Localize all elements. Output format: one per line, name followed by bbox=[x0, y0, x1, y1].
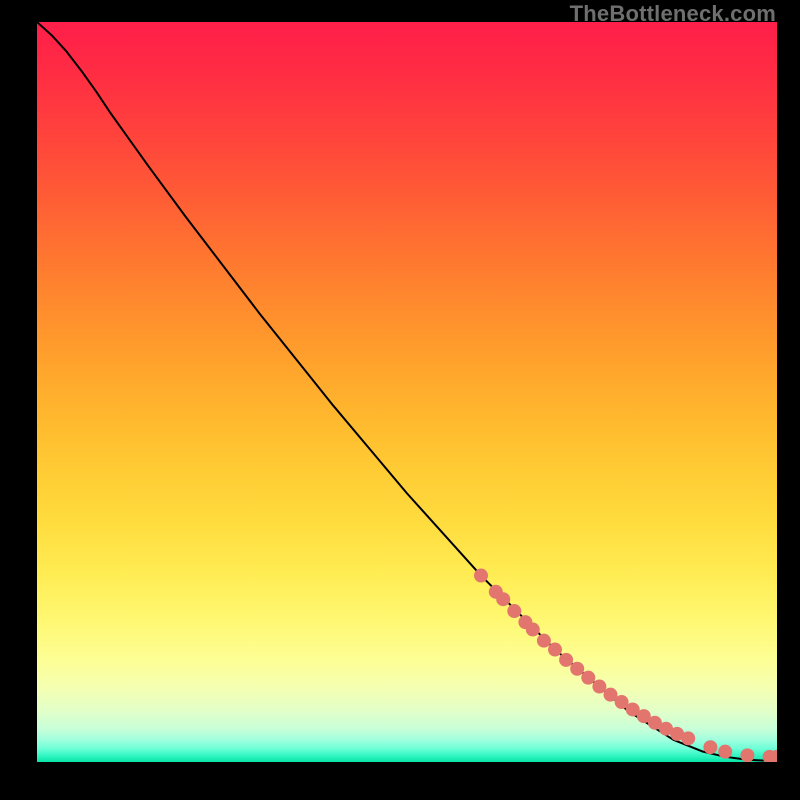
curve-line bbox=[37, 22, 777, 761]
watermark-text: TheBottleneck.com bbox=[570, 1, 776, 27]
scatter-point bbox=[681, 731, 695, 745]
scatter-point bbox=[526, 623, 540, 637]
scatter-markers bbox=[474, 569, 777, 762]
scatter-point bbox=[496, 592, 510, 606]
scatter-point bbox=[548, 643, 562, 657]
chart-frame: TheBottleneck.com bbox=[0, 0, 800, 800]
scatter-point bbox=[474, 569, 488, 583]
scatter-point bbox=[703, 740, 717, 754]
scatter-point bbox=[507, 604, 521, 618]
scatter-point bbox=[559, 653, 573, 667]
scatter-point bbox=[718, 745, 732, 759]
scatter-point bbox=[740, 748, 754, 762]
scatter-point bbox=[581, 671, 595, 685]
scatter-point bbox=[570, 662, 584, 676]
chart-overlay bbox=[37, 22, 777, 762]
scatter-point bbox=[537, 634, 551, 648]
